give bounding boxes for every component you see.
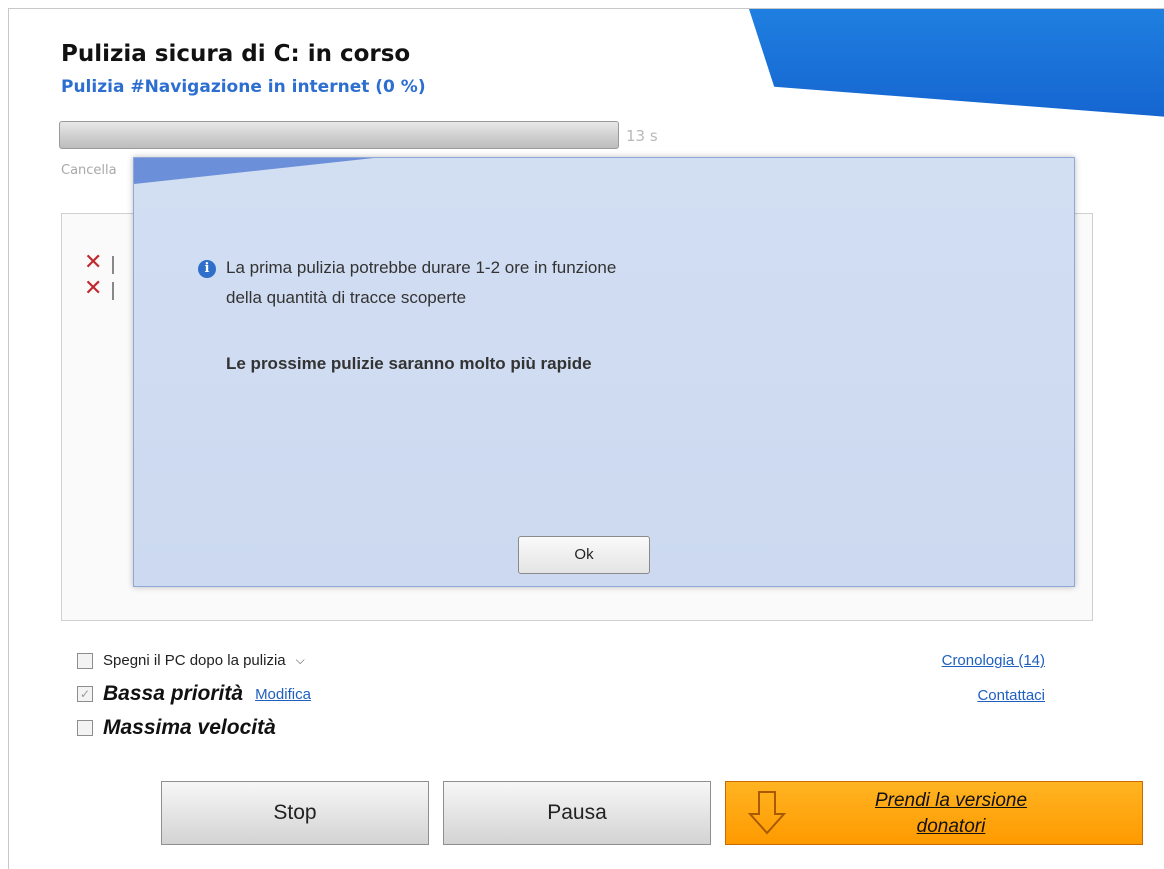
max-speed-checkbox[interactable]	[77, 720, 93, 736]
shutdown-label: Spegni il PC dopo la pulizia	[103, 652, 286, 669]
down-arrow-icon	[748, 791, 786, 835]
stop-button[interactable]: Stop	[161, 781, 429, 845]
info-icon: i	[198, 260, 216, 278]
dialog-message-line1: La prima pulizia potrebbe durare 1-2 ore…	[226, 258, 617, 277]
max-speed-option[interactable]: Massima velocità	[77, 716, 276, 740]
low-priority-label: Bassa priorità	[103, 682, 244, 705]
corner-decoration	[749, 9, 1164, 117]
progress-bar	[59, 121, 619, 149]
dialog-message-bold: Le prossime pulizie saranno molto più ra…	[226, 354, 592, 373]
timer-label: 13 s	[626, 127, 658, 145]
dialog-message-line2: della quantità di tracce scoperte	[226, 288, 467, 307]
error-x-icon: ✕	[84, 250, 103, 275]
status-text: Cancella	[61, 163, 117, 178]
low-priority-checkbox[interactable]: ✓	[77, 686, 93, 702]
low-priority-option[interactable]: ✓ Bassa priorità Modifica	[77, 682, 311, 706]
pause-button[interactable]: Pausa	[443, 781, 711, 845]
log-divider	[112, 282, 114, 300]
donate-button[interactable]: Prendi la versione donatori	[725, 781, 1143, 845]
history-link[interactable]: Cronologia (14)	[942, 652, 1045, 669]
dialog-accent	[134, 158, 374, 184]
log-divider	[112, 256, 114, 274]
modify-link[interactable]: Modifica	[255, 686, 311, 703]
page-subtitle: Pulizia #Navigazione in internet (0 %)	[61, 77, 426, 97]
contact-link[interactable]: Contattaci	[977, 687, 1045, 704]
page-title: Pulizia sicura di C: in corso	[61, 41, 411, 67]
error-x-icon: ✕	[84, 276, 103, 301]
ok-button[interactable]: Ok	[518, 536, 650, 574]
shutdown-option[interactable]: Spegni il PC dopo la pulizia ⌵	[77, 652, 305, 669]
chevron-down-icon[interactable]: ⌵	[296, 653, 305, 668]
info-dialog: i La prima pulizia potrebbe durare 1-2 o…	[133, 157, 1075, 587]
max-speed-label: Massima velocità	[103, 716, 276, 739]
donate-label: Prendi la versione donatori	[874, 790, 1028, 837]
cleaner-window: Pulizia sicura di C: in corso Pulizia #N…	[8, 8, 1164, 869]
shutdown-checkbox[interactable]	[77, 652, 93, 669]
